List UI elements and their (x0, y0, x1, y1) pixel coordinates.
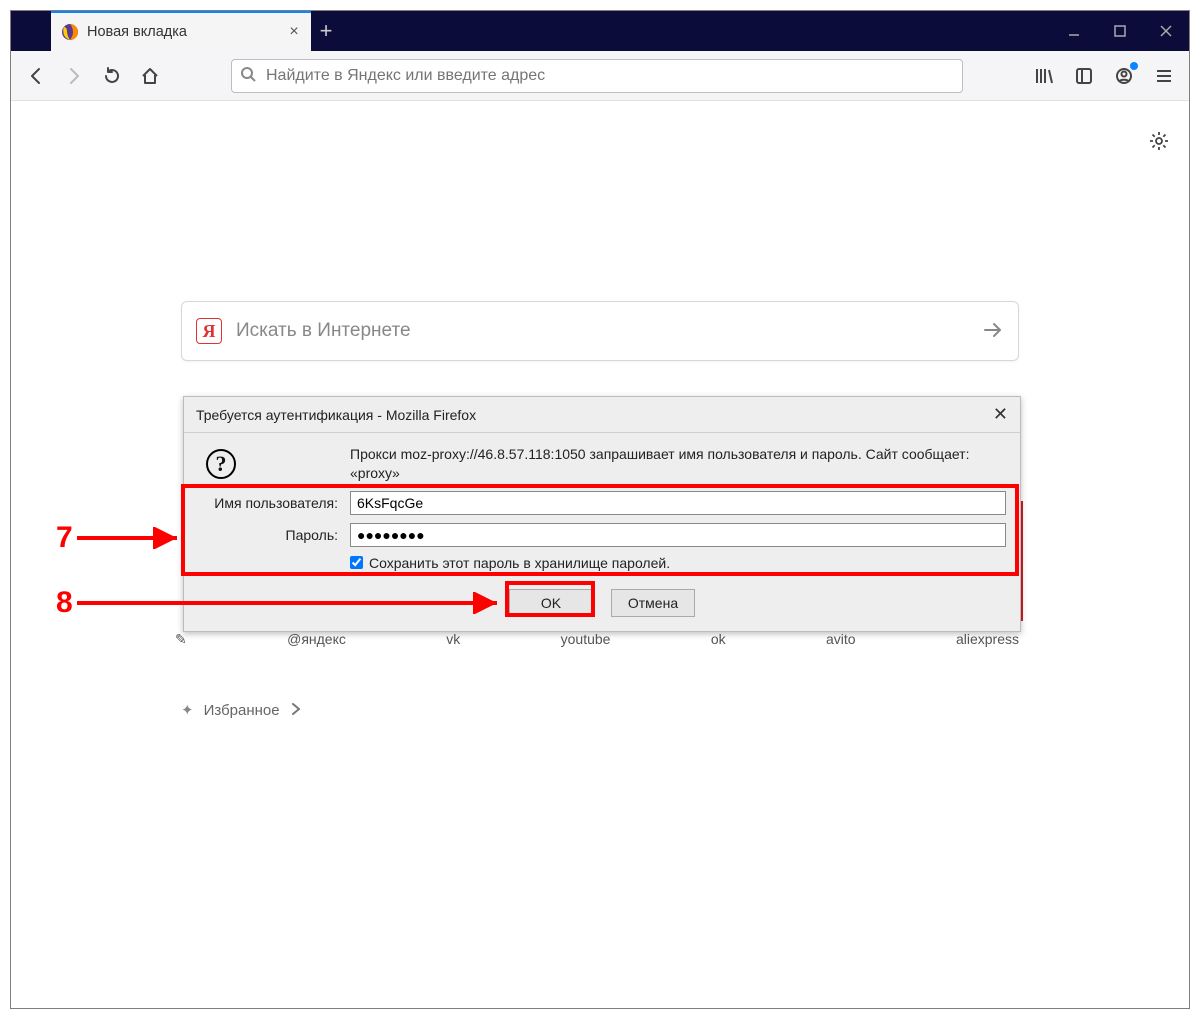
topsites-labels: ✎ @яндекс vk youtube ok avito aliexpress (181, 631, 1019, 648)
window-close-button[interactable] (1143, 11, 1189, 51)
topsite-label[interactable]: vk (446, 631, 460, 648)
window-maximize-button[interactable] (1097, 11, 1143, 51)
favorites-label: Избранное (204, 702, 280, 719)
username-label: Имя пользователя: (192, 495, 342, 511)
browser-tab-active[interactable]: Новая вкладка × (51, 11, 311, 51)
firefox-icon (61, 23, 79, 41)
tab-title: Новая вкладка (87, 24, 277, 40)
address-bar[interactable] (231, 59, 963, 93)
sparkle-icon: ✦ (181, 701, 194, 719)
app-menu-button[interactable] (1147, 59, 1181, 93)
dialog-close-button[interactable]: ✕ (993, 404, 1008, 425)
notification-dot-icon (1130, 62, 1138, 70)
question-icon: ? (206, 449, 236, 479)
newtab-search-box[interactable]: Я Искать в Интернете (181, 301, 1019, 361)
forward-button[interactable] (57, 59, 91, 93)
reload-button[interactable] (95, 59, 129, 93)
titlebar: Новая вкладка × + (11, 11, 1189, 51)
topsite-label[interactable]: aliexpress (956, 631, 1019, 648)
new-tab-button[interactable]: + (311, 16, 341, 46)
library-button[interactable] (1027, 59, 1061, 93)
newtab-settings-button[interactable] (1149, 131, 1169, 154)
dialog-titlebar[interactable]: Требуется аутентификация - Mozilla Firef… (184, 397, 1020, 433)
sidebar-button[interactable] (1067, 59, 1101, 93)
topsite-label[interactable]: ok (711, 631, 726, 648)
back-button[interactable] (19, 59, 53, 93)
chevron-right-icon (290, 702, 302, 719)
address-input[interactable] (264, 60, 954, 92)
search-icon (240, 66, 256, 85)
cancel-button[interactable]: Отмена (611, 589, 695, 617)
username-input[interactable] (350, 491, 1006, 515)
auth-dialog: Требуется аутентификация - Mozilla Firef… (183, 396, 1021, 632)
dialog-title: Требуется аутентификация - Mozilla Firef… (196, 407, 993, 423)
close-tab-icon[interactable]: × (285, 23, 303, 41)
home-button[interactable] (133, 59, 167, 93)
yandex-logo-icon: Я (196, 318, 222, 344)
search-submit-icon[interactable] (982, 319, 1004, 344)
toolbar (11, 51, 1189, 101)
newtab-content: Я Искать в Интернете ✎ @яндекс vk youtub… (11, 101, 1189, 1008)
save-password-label: Сохранить этот пароль в хранилище пароле… (369, 555, 670, 571)
topsite-label[interactable]: youtube (561, 631, 611, 648)
dialog-message: Прокси moz-proxy://46.8.57.118:1050 запр… (350, 445, 1006, 483)
ok-button[interactable]: OK (509, 589, 593, 617)
password-label: Пароль: (192, 527, 342, 543)
password-input[interactable] (350, 523, 1006, 547)
topsite-label[interactable]: @яндекс (287, 631, 346, 648)
window-controls (1051, 11, 1189, 51)
account-button[interactable] (1107, 59, 1141, 93)
window-minimize-button[interactable] (1051, 11, 1097, 51)
newtab-search-placeholder: Искать в Интернете (236, 320, 968, 342)
topsite-label[interactable]: avito (826, 631, 856, 648)
save-password-checkbox[interactable] (350, 556, 363, 569)
save-password-checkbox-row[interactable]: Сохранить этот пароль в хранилище пароле… (350, 555, 1006, 571)
favorites-section-header[interactable]: ✦ Избранное (181, 701, 302, 719)
